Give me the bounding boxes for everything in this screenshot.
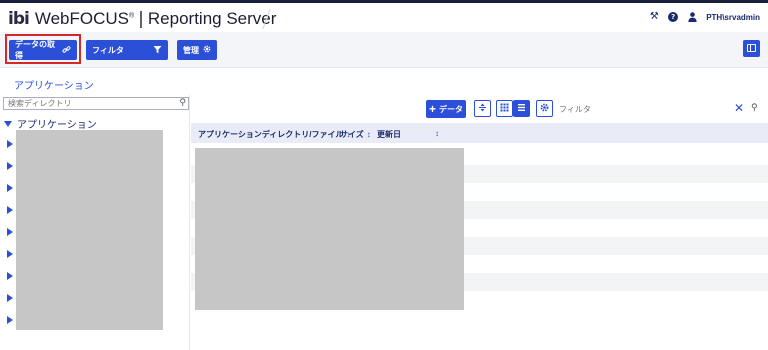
expand-right-icon[interactable]	[7, 184, 13, 192]
expand-right-icon[interactable]	[7, 250, 13, 258]
redacted-table-rows	[195, 148, 464, 310]
expand-right-icon[interactable]	[7, 294, 13, 302]
column-header-label: 更新日	[377, 130, 401, 139]
column-header-size[interactable]: サイズ ↕	[340, 129, 371, 140]
expand-right-icon[interactable]	[7, 228, 13, 236]
manage-label: 管理	[183, 45, 199, 55]
header-actions: ⚒ ? PTH\srvadmin	[649, 12, 760, 22]
tree-root-label: アプリケーション	[17, 120, 97, 131]
panel-layout-icon	[747, 44, 756, 52]
filter-label: フィルタ	[92, 45, 124, 55]
expand-right-icon[interactable]	[7, 272, 13, 280]
app-title: Reporting Server	[147, 9, 277, 28]
content-panel: + データ ✕ ⚲ アプリケーションディレクトリ/フ	[191, 95, 768, 350]
ibi-logo: ibi	[8, 9, 30, 29]
expand-right-icon[interactable]	[7, 162, 13, 170]
column-header-extra[interactable]: ↕	[435, 129, 439, 138]
redacted-tree-items	[16, 130, 163, 330]
grid-icon	[500, 103, 509, 115]
filter-input[interactable]	[559, 103, 719, 115]
tools-icon[interactable]: ⚒	[649, 12, 659, 22]
add-data-button[interactable]: + データ	[426, 100, 466, 118]
clear-filter-icon[interactable]: ✕	[734, 101, 744, 115]
expand-down-icon[interactable]	[4, 120, 12, 127]
add-data-label: データ	[439, 104, 463, 114]
column-header-modified[interactable]: 更新日	[377, 129, 401, 140]
list-icon	[517, 103, 526, 115]
funnel-icon	[153, 45, 162, 56]
gear-icon	[203, 45, 211, 55]
tree-root-applications[interactable]: アプリケーション	[4, 116, 97, 131]
content-toolbar: + データ ✕ ⚲	[191, 100, 768, 118]
panel-toggle-button[interactable]	[743, 40, 760, 57]
search-icon[interactable]: ⚲	[179, 98, 186, 108]
manage-button[interactable]: 管理	[177, 40, 217, 60]
search-input[interactable]	[4, 98, 169, 109]
main-toolbar: データの取得 フィルタ 管理	[0, 32, 768, 68]
user-name[interactable]: PTH\srvadmin	[706, 13, 760, 22]
registered-mark: ®	[128, 12, 135, 20]
grid-view-button[interactable]	[496, 100, 513, 117]
expand-right-icon[interactable]	[7, 206, 13, 214]
expand-right-icon[interactable]	[7, 140, 13, 148]
highlight-box	[5, 34, 81, 64]
settings-button[interactable]	[536, 100, 553, 117]
user-icon[interactable]	[687, 12, 697, 22]
list-view-button[interactable]	[513, 100, 530, 117]
brand-name: WebFOCUS®	[34, 9, 135, 28]
sort-icon[interactable]: ↕	[367, 130, 371, 139]
webfocus-logo: ibi WebFOCUS® | Reporting Server	[8, 9, 276, 29]
search-directory[interactable]: ⚲	[3, 97, 189, 110]
column-header-label: アプリケーションディレクトリ/ファイル	[198, 130, 344, 139]
expand-right-icon[interactable]	[7, 316, 13, 324]
app-header: ibi WebFOCUS® | Reporting Server ⚒ ? PTH…	[0, 0, 768, 32]
column-header-name[interactable]: アプリケーションディレクトリ/ファイル ↕	[198, 129, 351, 140]
column-sort-button[interactable]	[474, 100, 491, 117]
plus-icon: +	[428, 102, 436, 116]
breadcrumb[interactable]: アプリケーション	[14, 77, 94, 92]
search-icon[interactable]: ⚲	[751, 103, 758, 113]
title-separator: |	[138, 9, 144, 29]
sort-icon[interactable]: ↕	[435, 129, 439, 138]
filter-button[interactable]: フィルタ	[86, 40, 168, 60]
sort-columns-icon	[478, 103, 487, 115]
gear-icon	[540, 103, 549, 115]
help-icon[interactable]: ?	[668, 12, 679, 22]
table-header: アプリケーションディレクトリ/ファイル ↕ サイズ ↕ 更新日 ↕	[191, 123, 768, 143]
column-header-label: サイズ	[340, 130, 364, 139]
